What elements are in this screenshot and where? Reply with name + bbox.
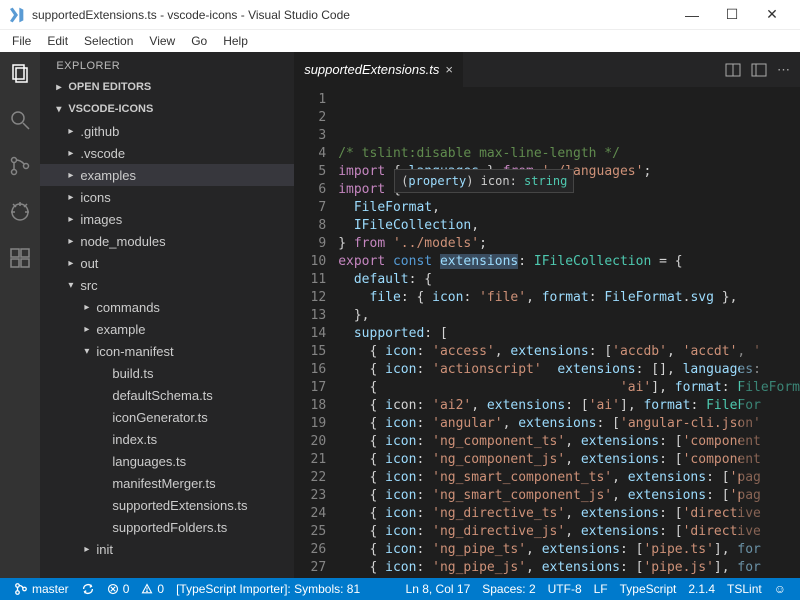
file-item[interactable]: defaultSchema.ts	[40, 384, 294, 406]
file-item[interactable]: supportedFolders.ts	[40, 516, 294, 538]
menu-go[interactable]: Go	[183, 32, 215, 50]
maximize-button[interactable]: ☐	[712, 6, 752, 23]
file-tree[interactable]: ▸ OPEN EDITORS ▾ VSCODE-ICONS ▸ .github▸…	[40, 76, 294, 578]
folder-item[interactable]: ▸ commands	[40, 296, 294, 318]
toggle-sidebar-icon[interactable]	[751, 62, 767, 78]
folder-item[interactable]: ▸ .github	[40, 120, 294, 142]
explorer-sidebar: EXPLORER ▸ OPEN EDITORS ▾ VSCODE-ICONS ▸…	[40, 52, 294, 578]
folder-item[interactable]: ▸ icons	[40, 186, 294, 208]
menu-view[interactable]: View	[141, 32, 183, 50]
close-window-button[interactable]: ✕	[752, 6, 792, 23]
line-gutter: 1234567891011121314151617181920212223242…	[294, 87, 338, 578]
extensions-icon[interactable]	[6, 244, 34, 272]
menu-help[interactable]: Help	[215, 32, 256, 50]
folder-item[interactable]: ▸ example	[40, 318, 294, 340]
folder-item[interactable]: ▾ icon-manifest	[40, 340, 294, 362]
file-item[interactable]: manifestMerger.ts	[40, 472, 294, 494]
vscode-logo-icon	[8, 7, 24, 23]
debug-icon[interactable]	[6, 198, 34, 226]
file-item[interactable]: iconGenerator.ts	[40, 406, 294, 428]
folder-item[interactable]: ▸ examples	[40, 164, 294, 186]
editor-area: supportedExtensions.ts × ⋯ 1234567891011…	[294, 52, 800, 578]
folder-item[interactable]: ▸ .vscode	[40, 142, 294, 164]
menu-file[interactable]: File	[4, 32, 39, 50]
minimize-button[interactable]: —	[672, 7, 712, 23]
tab-supported-extensions[interactable]: supportedExtensions.ts ×	[294, 52, 463, 87]
tab-label: supportedExtensions.ts	[304, 62, 439, 77]
folder-item[interactable]: ▾ src	[40, 274, 294, 296]
code-editor[interactable]: 1234567891011121314151617181920212223242…	[294, 87, 800, 578]
more-actions-icon[interactable]: ⋯	[777, 62, 790, 78]
indentation[interactable]: Spaces: 2	[476, 582, 541, 596]
file-item[interactable]: languages.ts	[40, 450, 294, 472]
feedback-icon[interactable]: ☺	[768, 582, 792, 596]
open-editors-section[interactable]: ▸ OPEN EDITORS	[40, 76, 294, 98]
language-mode[interactable]: TypeScript	[614, 582, 683, 596]
file-item[interactable]: index.ts	[40, 428, 294, 450]
folder-item[interactable]: ▸ out	[40, 252, 294, 274]
hover-tooltip: (property) icon: string	[394, 169, 574, 193]
activity-bar	[0, 52, 40, 578]
folder-item[interactable]: ▸ node_modules	[40, 230, 294, 252]
problems-errors[interactable]: 0	[101, 582, 136, 596]
explorer-icon[interactable]	[6, 60, 34, 88]
split-editor-icon[interactable]	[725, 62, 741, 78]
editor-tabs: supportedExtensions.ts × ⋯	[294, 52, 800, 87]
file-item[interactable]: supportedExtensions.ts	[40, 494, 294, 516]
window-title: supportedExtensions.ts - vscode-icons - …	[32, 8, 672, 22]
ts-importer[interactable]: [TypeScript Importer]: Symbols: 81	[170, 582, 366, 596]
code-lines[interactable]: (property) icon: string /* tslint:disabl…	[338, 87, 800, 578]
ts-version[interactable]: 2.1.4	[682, 582, 721, 596]
folder-item[interactable]: ▸ init	[40, 538, 294, 560]
project-section[interactable]: ▾ VSCODE-ICONS	[40, 98, 294, 120]
file-item[interactable]: build.ts	[40, 362, 294, 384]
menu-edit[interactable]: Edit	[39, 32, 76, 50]
cursor-position[interactable]: Ln 8, Col 17	[400, 582, 477, 596]
git-branch[interactable]: master	[8, 582, 75, 596]
source-control-icon[interactable]	[6, 152, 34, 180]
tslint-status[interactable]: TSLint	[721, 582, 768, 596]
status-bar: master 0 0 [TypeScript Importer]: Symbol…	[0, 578, 800, 600]
menu-bar: File Edit Selection View Go Help	[0, 30, 800, 52]
folder-item[interactable]: ▸ images	[40, 208, 294, 230]
tab-close-icon[interactable]: ×	[445, 62, 453, 77]
problems-warnings[interactable]: 0	[135, 582, 170, 596]
eol[interactable]: LF	[588, 582, 614, 596]
git-sync[interactable]	[75, 582, 101, 596]
encoding[interactable]: UTF-8	[542, 582, 588, 596]
window-titlebar: supportedExtensions.ts - vscode-icons - …	[0, 0, 800, 30]
menu-selection[interactable]: Selection	[76, 32, 141, 50]
minimap[interactable]	[740, 87, 800, 578]
explorer-title: EXPLORER	[40, 52, 294, 76]
search-icon[interactable]	[6, 106, 34, 134]
